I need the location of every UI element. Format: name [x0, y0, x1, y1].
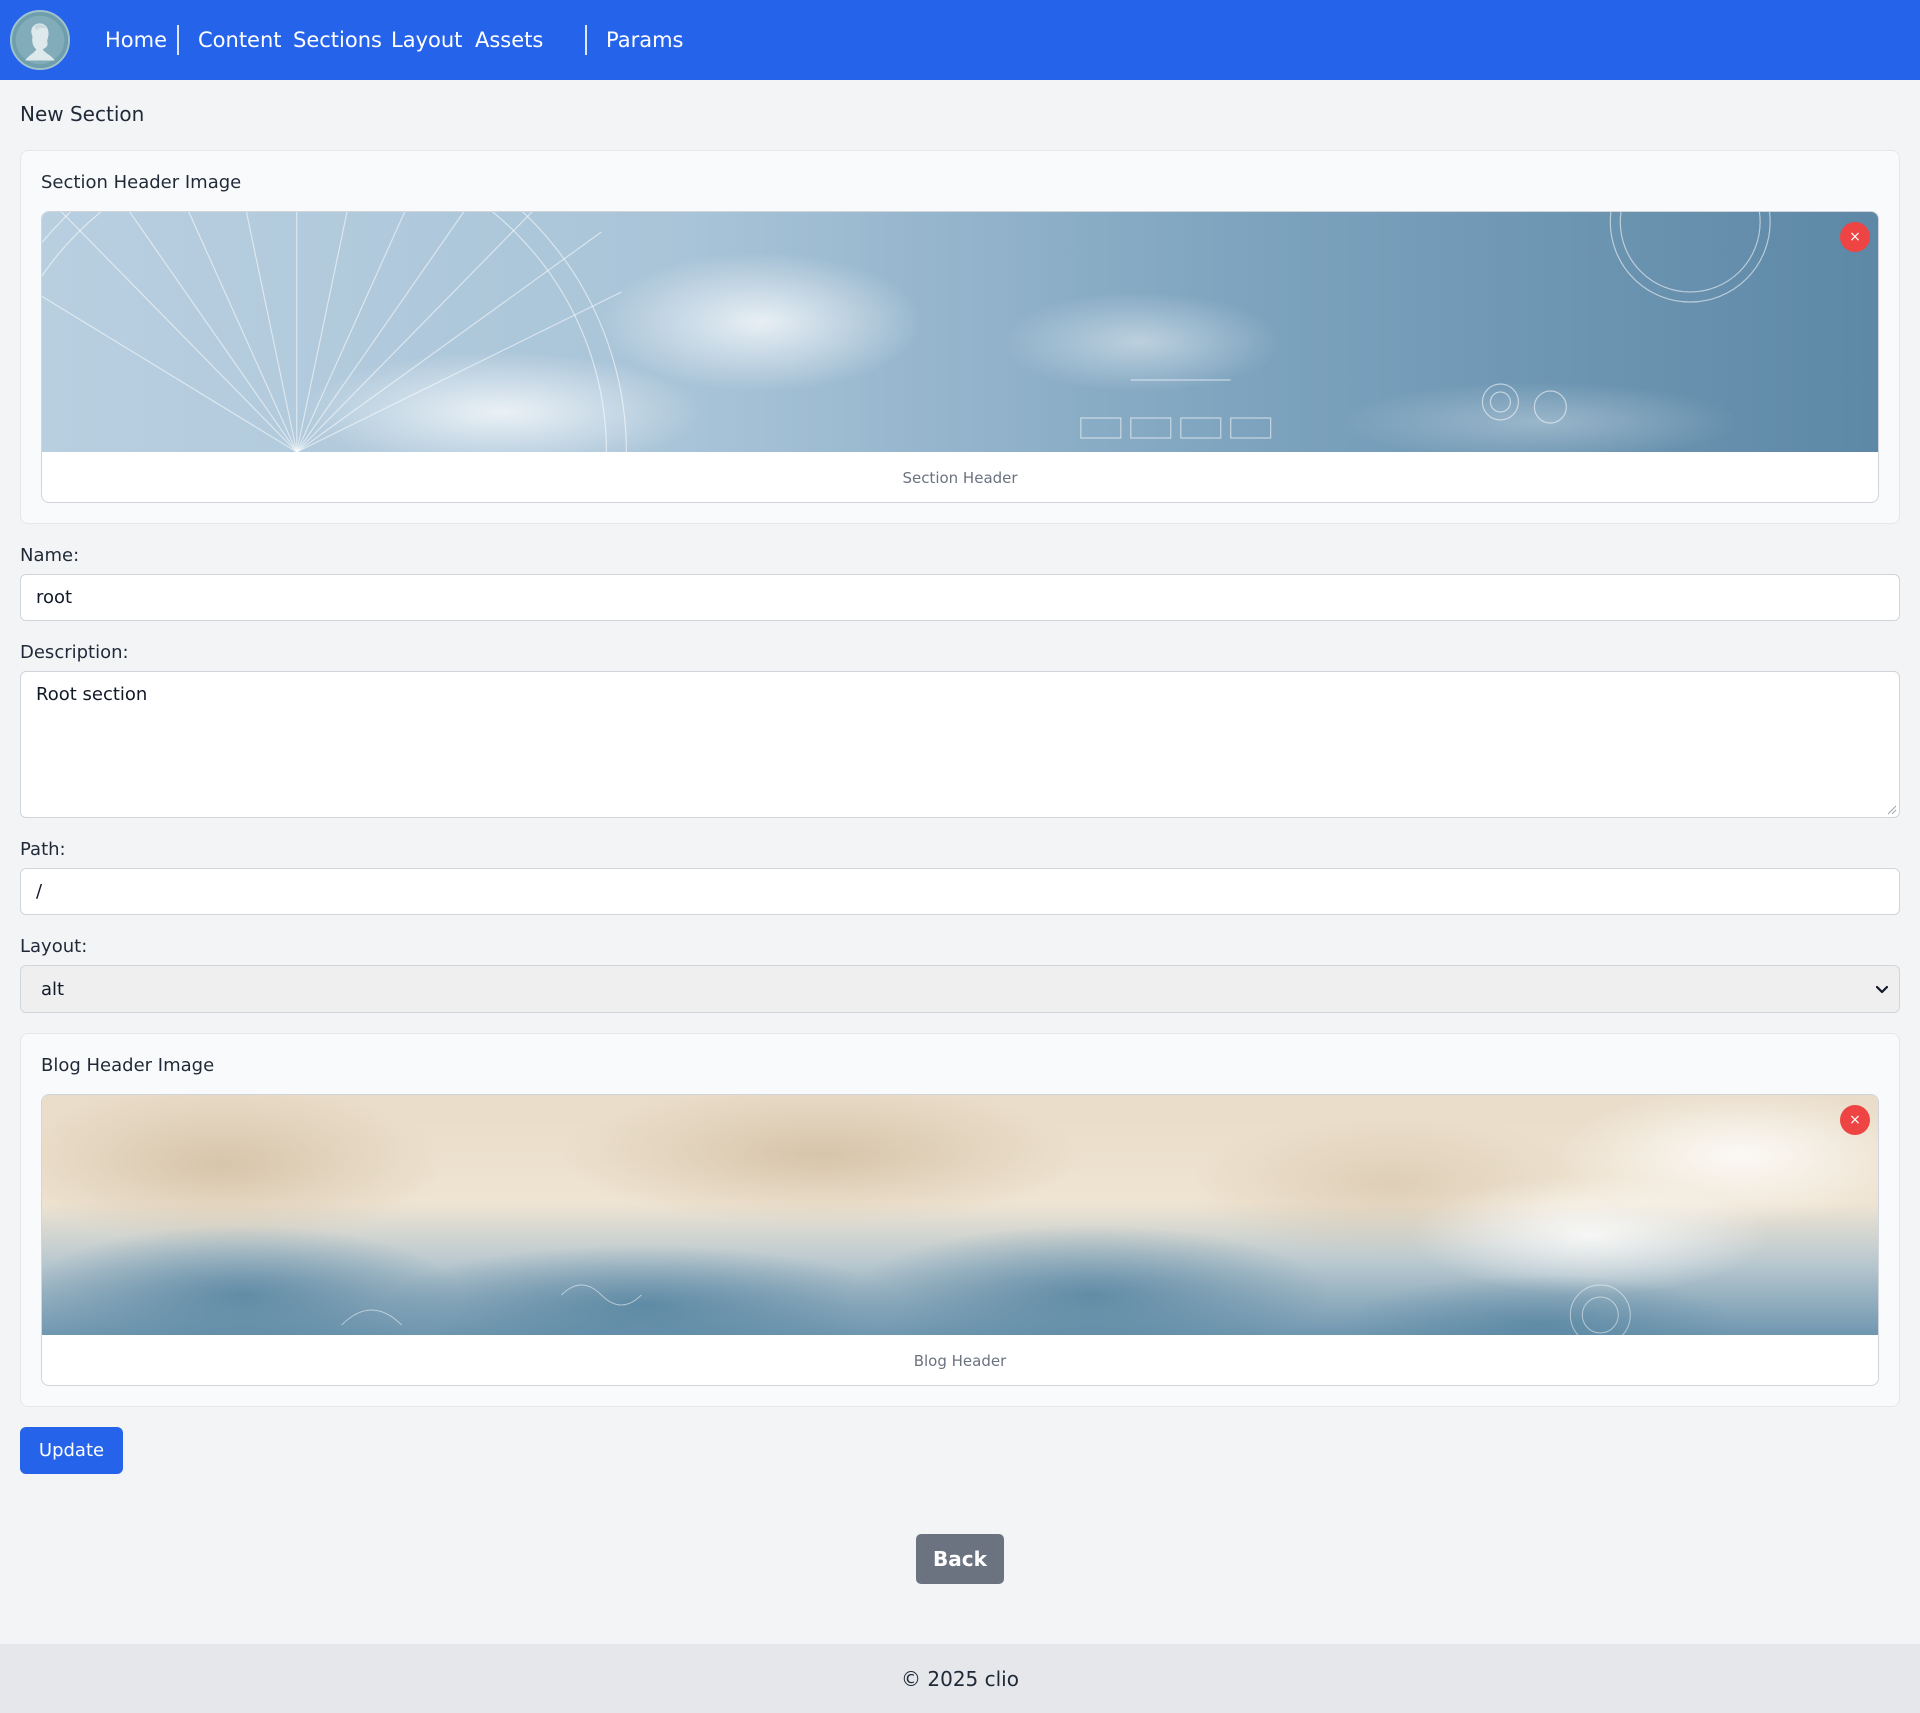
blog-header-image: [42, 1095, 1878, 1335]
name-label: Name:: [20, 545, 80, 566]
blog-header-caption: Blog Header: [913, 1351, 1007, 1370]
nav-divider: [177, 25, 179, 55]
top-navbar: Home Content Sections Layout Assets Para…: [0, 0, 1920, 80]
path-input[interactable]: /: [20, 868, 1900, 915]
nav-content-link[interactable]: Content: [198, 0, 282, 80]
page-title: New Section: [20, 102, 145, 126]
name-input[interactable]: root: [20, 574, 1900, 621]
nav-divider: [585, 25, 587, 55]
path-label: Path:: [20, 839, 66, 860]
back-button[interactable]: Back: [916, 1534, 1004, 1584]
bust-logo-icon[interactable]: [10, 10, 70, 70]
layout-select[interactable]: alt: [20, 965, 1900, 1013]
section-header-image-title: Section Header Image: [41, 172, 242, 193]
remove-section-header-image-button[interactable]: ×: [1840, 222, 1870, 252]
remove-blog-header-image-button[interactable]: ×: [1840, 1105, 1870, 1135]
layout-select-value: alt: [41, 978, 65, 1000]
description-label: Description:: [20, 642, 129, 663]
nav-assets-link[interactable]: Assets: [475, 0, 543, 80]
resize-grip-icon[interactable]: [1885, 803, 1897, 815]
footer-copyright: © 2025 clio: [901, 1666, 1019, 1691]
section-header-image-card: Section Header Image Section Header ×: [20, 150, 1900, 524]
nav-layout-link[interactable]: Layout: [391, 0, 462, 80]
footer: © 2025 clio: [0, 1644, 1920, 1713]
nav-params-link[interactable]: Params: [606, 0, 684, 80]
description-textarea-value: Root section: [36, 684, 148, 705]
blog-header-image-frame: Blog Header ×: [41, 1094, 1879, 1386]
path-input-value: /: [36, 881, 43, 902]
update-button[interactable]: Update: [20, 1427, 123, 1474]
section-header-image-frame: Section Header ×: [41, 211, 1879, 503]
section-header-image: [42, 212, 1878, 452]
blog-header-image-title: Blog Header Image: [41, 1055, 215, 1076]
nav-home-link[interactable]: Home: [105, 0, 167, 80]
section-header-caption: Section Header: [902, 468, 1018, 487]
description-textarea[interactable]: Root section: [20, 671, 1900, 818]
blog-header-image-card: Blog Header Image Blog Header ×: [20, 1033, 1900, 1407]
chevron-down-icon: [1875, 985, 1889, 994]
nav-sections-link[interactable]: Sections: [293, 0, 382, 80]
layout-label: Layout:: [20, 936, 88, 957]
name-input-value: root: [36, 587, 73, 608]
